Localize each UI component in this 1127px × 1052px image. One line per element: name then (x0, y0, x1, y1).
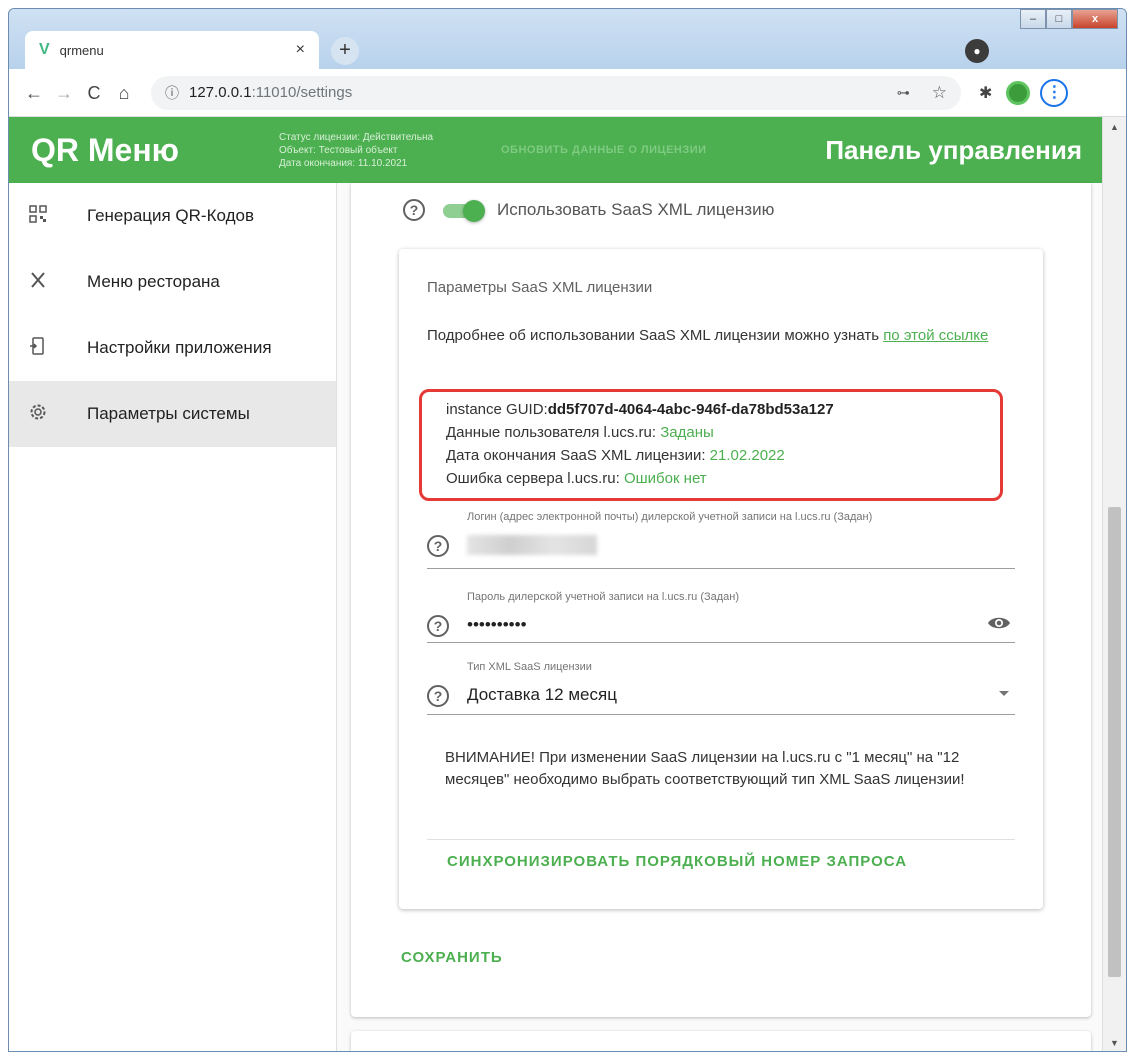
guid-value: dd5f707d-4064-4abc-946f-da78bd53a127 (547, 401, 834, 418)
settings-app-icon (29, 336, 87, 360)
saas-toggle-label: Использовать SaaS XML лицензию (497, 200, 775, 219)
scroll-down-icon[interactable]: ▼ (1103, 1033, 1126, 1051)
license-object: Объект: Тестовый объект (279, 144, 398, 156)
browser-toolbar: ← → C ⌂ ⓘ 127.0.0.1:11010/settings ⊶ ☆ ✱… (9, 69, 1126, 117)
eye-icon[interactable] (987, 615, 1011, 631)
browser-menu-icon[interactable]: ⋮ (1040, 78, 1069, 107)
saas-toggle-row: ? Использовать SaaS XML лицензию (403, 199, 775, 222)
sidebar-item-app-settings[interactable]: Настройки приложения (9, 315, 336, 381)
reload-icon[interactable]: C (79, 78, 109, 108)
password-value: •••••••••• (467, 615, 527, 634)
back-icon[interactable]: ← (19, 78, 49, 108)
license-info: Статус лицензии: Действительна Объект: Т… (279, 131, 501, 170)
license-status-box: instance GUID:dd5f707d-4064-4abc-946f-da… (419, 389, 1003, 501)
browser-window: V qrmenu × + ● – □ x ← → C ⌂ ⓘ 127.0.0.1… (8, 8, 1127, 1052)
sidebar-item-system-params[interactable]: Параметры системы (9, 381, 336, 447)
sidebar-item-restaurant-menu[interactable]: Меню ресторана (9, 249, 336, 315)
page-scrollbar[interactable]: ▲ ▼ (1102, 117, 1126, 1051)
bookmark-star-icon[interactable]: ☆ (932, 83, 947, 103)
new-tab-button[interactable]: + (331, 37, 359, 65)
settings-card: ? Использовать SaaS XML лицензию Парамет… (351, 183, 1091, 1017)
home-icon[interactable]: ⌂ (109, 78, 139, 108)
help-icon[interactable]: ? (427, 685, 449, 707)
saas-license-toggle[interactable] (441, 200, 485, 222)
scroll-up-icon[interactable]: ▲ (1103, 117, 1126, 137)
sidebar: Генерация QR-Кодов Меню ресторана Настро… (9, 183, 337, 1051)
maximize-button[interactable]: □ (1046, 9, 1072, 29)
license-expiry: Дата окончания: 11.10.2021 (279, 157, 408, 169)
extensions-puzzle-icon[interactable]: ✱ (979, 83, 992, 103)
server-error-value: Ошибок нет (623, 470, 707, 487)
url-path: :11010/settings (251, 84, 353, 101)
license-status: Статус лицензии: Действительна (279, 131, 434, 143)
refresh-license-button[interactable]: обновить данные о лицензии (501, 144, 707, 156)
license-warning: ВНИМАНИЕ! При изменении SaaS лицензии на… (445, 749, 965, 788)
app-header: QR Меню Статус лицензии: Действительна О… (9, 117, 1104, 183)
brand-title[interactable]: QR Меню (31, 132, 279, 169)
login-field[interactable]: Логин (адрес электронной почты) дилерско… (427, 511, 1015, 569)
sidebar-item-label: Настройки приложения (87, 338, 272, 357)
password-field[interactable]: Пароль дилерской учетной записи на l.ucs… (427, 591, 1015, 643)
password-label: Пароль дилерской учетной записи на l.ucs… (467, 591, 740, 603)
browser-titlebar: V qrmenu × + ● – □ x (9, 9, 1126, 69)
license-type-label: Тип XML SaaS лицензии (467, 661, 592, 673)
saas-expiry-value: 21.02.2022 (709, 447, 785, 464)
gear-icon (29, 403, 87, 426)
params-description: Подробнее об использовании SaaS XML лице… (427, 327, 989, 344)
help-icon[interactable]: ? (403, 199, 425, 221)
tab-title: qrmenu (59, 42, 104, 58)
page-content: QR Меню Статус лицензии: Действительна О… (9, 117, 1104, 1051)
save-button[interactable]: Сохранить (401, 949, 503, 966)
user-data-value: Заданы (660, 424, 714, 441)
guid-line: instance GUID:dd5f707d-4064-4abc-946f-da… (446, 401, 834, 418)
tab-close-icon[interactable]: × (296, 41, 305, 59)
user-data-line: Данные пользователя l.ucs.ru: Заданы (446, 424, 714, 441)
saas-params-card: Параметры SaaS XML лицензии Подробнее об… (399, 249, 1043, 909)
browser-tab[interactable]: V qrmenu × (25, 31, 319, 69)
scrollbar-thumb[interactable] (1108, 507, 1121, 977)
panel-title: Панель управления (825, 134, 1082, 165)
params-link[interactable]: по этой ссылке (883, 327, 988, 344)
next-card (351, 1031, 1091, 1051)
vue-logo-icon: V (39, 41, 50, 58)
saas-expiry-line: Дата окончания SaaS XML лицензии: 21.02.… (446, 447, 785, 464)
help-icon[interactable]: ? (427, 535, 449, 557)
sidebar-item-label: Параметры системы (87, 404, 250, 423)
main-panel: ? Использовать SaaS XML лицензию Парамет… (337, 183, 1104, 1051)
minimize-button[interactable]: – (1020, 9, 1046, 29)
license-type-value: Доставка 12 месяц (467, 685, 617, 704)
license-type-select[interactable]: Тип XML SaaS лицензии ? Доставка 12 меся… (427, 661, 1015, 715)
help-icon[interactable]: ? (427, 615, 449, 637)
address-bar[interactable]: ⓘ 127.0.0.1:11010/settings ⊶ ☆ (151, 75, 961, 110)
params-title: Параметры SaaS XML лицензии (427, 279, 653, 296)
sync-request-number-button[interactable]: Синхронизировать порядковый номер запрос… (447, 853, 907, 870)
divider (427, 839, 1015, 840)
forward-icon[interactable]: → (49, 78, 79, 108)
login-value-blurred (467, 535, 597, 555)
chevron-down-icon[interactable] (999, 691, 1009, 696)
window-close-button[interactable]: x (1072, 9, 1118, 29)
url-host: 127.0.0.1 (189, 84, 252, 101)
profile-icon[interactable]: ● (965, 39, 989, 63)
window-controls: – □ x (1020, 9, 1118, 29)
sidebar-item-qr-codes[interactable]: Генерация QR-Кодов (9, 183, 336, 249)
sidebar-item-label: Меню ресторана (87, 272, 220, 291)
sidebar-item-label: Генерация QR-Кодов (87, 206, 254, 225)
login-label: Логин (адрес электронной почты) дилерско… (467, 511, 873, 523)
site-info-icon[interactable]: ⓘ (165, 83, 179, 103)
fork-knife-icon (29, 271, 87, 294)
extension-green-icon[interactable] (1006, 80, 1031, 105)
key-icon[interactable]: ⊶ (897, 85, 910, 101)
server-error-line: Ошибка сервера l.ucs.ru: Ошибок нет (446, 470, 707, 487)
qr-code-icon (29, 204, 87, 228)
